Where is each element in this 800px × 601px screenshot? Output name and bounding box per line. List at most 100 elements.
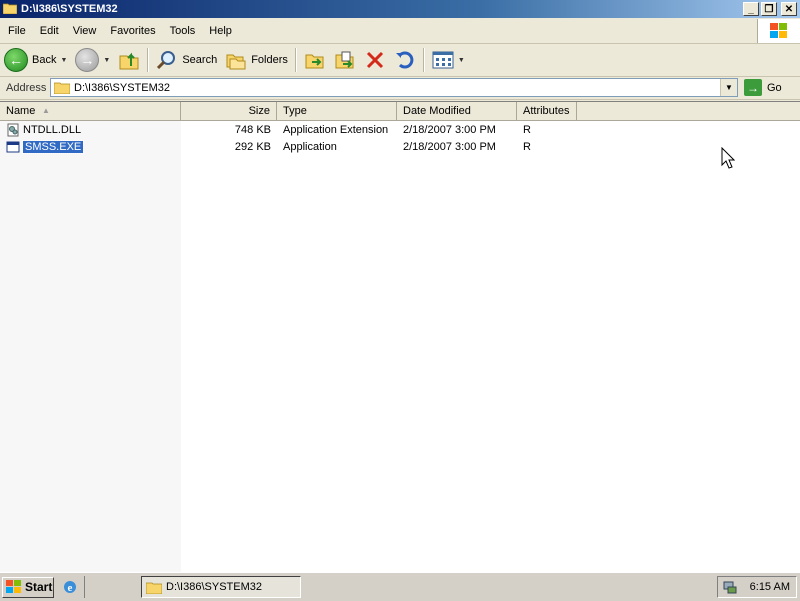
forward-button[interactable]: → ▼ <box>71 46 114 74</box>
folders-label: Folders <box>251 54 288 66</box>
go-arrow-icon: → <box>744 79 762 96</box>
column-header-label: Name <box>6 105 36 117</box>
toolbar-separator <box>294 48 297 72</box>
go-button[interactable]: → Go <box>744 79 782 96</box>
address-label: Address <box>6 82 47 94</box>
file-size: 748 KB <box>234 123 271 136</box>
file-date-modified: 2/18/2007 3:00 PM <box>403 123 496 136</box>
folders-icon <box>226 54 246 70</box>
column-header-label: Type <box>283 105 307 117</box>
views-icon <box>432 51 454 69</box>
file-attributes: R <box>523 123 531 136</box>
list-header: Name ▲ Size Type Date Modified Attribute… <box>0 102 800 121</box>
folder-up-icon <box>119 52 139 70</box>
column-header-label: Date Modified <box>403 105 471 117</box>
column-header-name[interactable]: Name ▲ <box>0 102 181 120</box>
file-size: 292 KB <box>234 140 271 153</box>
taskbar-window-button[interactable]: D:\I386\SYSTEM32 <box>141 576 301 598</box>
menu-favorites[interactable]: Favorites <box>103 25 162 37</box>
delete-icon <box>366 51 383 69</box>
file-type: Application <box>283 140 337 153</box>
address-value: D:\I386\SYSTEM32 <box>74 81 170 94</box>
menu-view[interactable]: View <box>66 25 104 37</box>
sorted-column-highlight <box>0 120 181 572</box>
clock[interactable]: 6:15 AM <box>750 581 790 593</box>
folders-button[interactable]: Folders <box>221 46 292 74</box>
move-to-icon <box>305 54 324 69</box>
close-icon: ✕ <box>784 4 794 15</box>
file-type: Application Extension <box>283 123 389 136</box>
folder-icon <box>2 2 18 17</box>
menu-file[interactable]: File <box>0 25 33 37</box>
search-icon <box>157 51 176 70</box>
quick-launch: e <box>62 576 85 598</box>
address-dropdown-button[interactable]: ▼ <box>720 79 737 96</box>
address-input[interactable]: D:\I386\SYSTEM32 ▼ <box>50 78 738 97</box>
close-button[interactable]: ✕ <box>781 2 797 16</box>
toolbar-separator <box>422 48 425 72</box>
copy-to-icon <box>335 51 354 69</box>
search-button[interactable]: Search <box>152 46 221 74</box>
start-button[interactable]: Start <box>2 576 54 598</box>
chevron-down-icon[interactable]: ▼ <box>103 57 110 64</box>
back-arrow-icon: ← <box>4 48 28 72</box>
system-tray: 6:15 AM <box>717 576 797 598</box>
file-date-modified: 2/18/2007 3:00 PM <box>403 140 496 153</box>
column-header-attributes[interactable]: Attributes <box>517 102 577 120</box>
back-label: Back <box>32 54 57 66</box>
file-name-cell[interactable]: SMSS.EXE <box>0 139 181 154</box>
file-attributes: R <box>523 140 531 153</box>
windows-logo-icon <box>757 19 800 43</box>
dll-file-icon <box>7 123 19 136</box>
table-row[interactable]: NTDLL.DLL 748 KB Application Extension 2… <box>0 121 800 138</box>
menu-bar: File Edit View Favorites Tools Help <box>0 19 800 44</box>
column-header-label: Attributes <box>523 105 570 117</box>
views-button[interactable]: ▼ <box>428 46 469 74</box>
go-label: Go <box>767 81 782 94</box>
toolbar: ← Back ▼ → ▼ Search Folders ▼ <box>0 44 800 77</box>
column-header-date-modified[interactable]: Date Modified <box>397 102 517 120</box>
restore-button[interactable]: ❐ <box>761 2 777 16</box>
start-label: Start <box>25 580 53 594</box>
taskbar-window-label: D:\I386\SYSTEM32 <box>166 581 262 593</box>
copy-to-button[interactable] <box>330 46 360 74</box>
internet-explorer-icon[interactable]: e <box>62 579 78 595</box>
window-title: D:\I386\SYSTEM32 <box>21 3 118 15</box>
file-name: SMSS.EXE <box>21 139 85 154</box>
delete-button[interactable] <box>360 46 390 74</box>
chevron-down-icon[interactable]: ▼ <box>60 57 67 64</box>
column-header-size[interactable]: Size <box>181 102 277 120</box>
address-bar: Address D:\I386\SYSTEM32 ▼ → Go <box>0 77 800 100</box>
folder-icon <box>146 582 162 594</box>
exe-file-icon <box>6 141 20 152</box>
up-button[interactable] <box>114 46 144 74</box>
file-list[interactable]: Name ▲ Size Type Date Modified Attribute… <box>0 101 800 572</box>
menu-tools[interactable]: Tools <box>163 25 203 37</box>
toolbar-separator <box>147 48 150 72</box>
title-bar[interactable]: D:\I386\SYSTEM32 _ ❐ ✕ <box>0 0 800 18</box>
file-name: NTDLL.DLL <box>23 123 82 136</box>
column-header-type[interactable]: Type <box>277 102 397 120</box>
search-label: Search <box>182 54 218 66</box>
network-icon[interactable] <box>722 579 738 595</box>
menu-help[interactable]: Help <box>202 25 239 37</box>
menu-edit[interactable]: Edit <box>33 25 66 37</box>
file-name-cell[interactable]: NTDLL.DLL <box>0 123 181 137</box>
chevron-down-icon: ▼ <box>725 83 733 92</box>
svg-text:e: e <box>68 582 73 594</box>
sort-ascending-icon: ▲ <box>42 106 50 115</box>
taskbar: Start e D:\I386\SYSTEM32 6:15 AM <box>0 572 800 601</box>
back-button[interactable]: ← Back ▼ <box>0 46 71 74</box>
windows-logo-icon <box>6 580 21 593</box>
table-row[interactable]: SMSS.EXE 292 KB Application 2/18/2007 3:… <box>0 138 800 155</box>
column-header-label: Size <box>248 105 270 117</box>
mouse-cursor-icon <box>721 147 735 169</box>
undo-button[interactable] <box>390 46 420 74</box>
minimize-icon: _ <box>748 4 754 15</box>
move-to-button[interactable] <box>300 46 330 74</box>
forward-arrow-icon: → <box>75 48 100 72</box>
chevron-down-icon[interactable]: ▼ <box>458 57 465 64</box>
minimize-button[interactable]: _ <box>743 2 759 16</box>
restore-icon: ❐ <box>764 4 774 15</box>
folder-icon <box>54 82 70 94</box>
